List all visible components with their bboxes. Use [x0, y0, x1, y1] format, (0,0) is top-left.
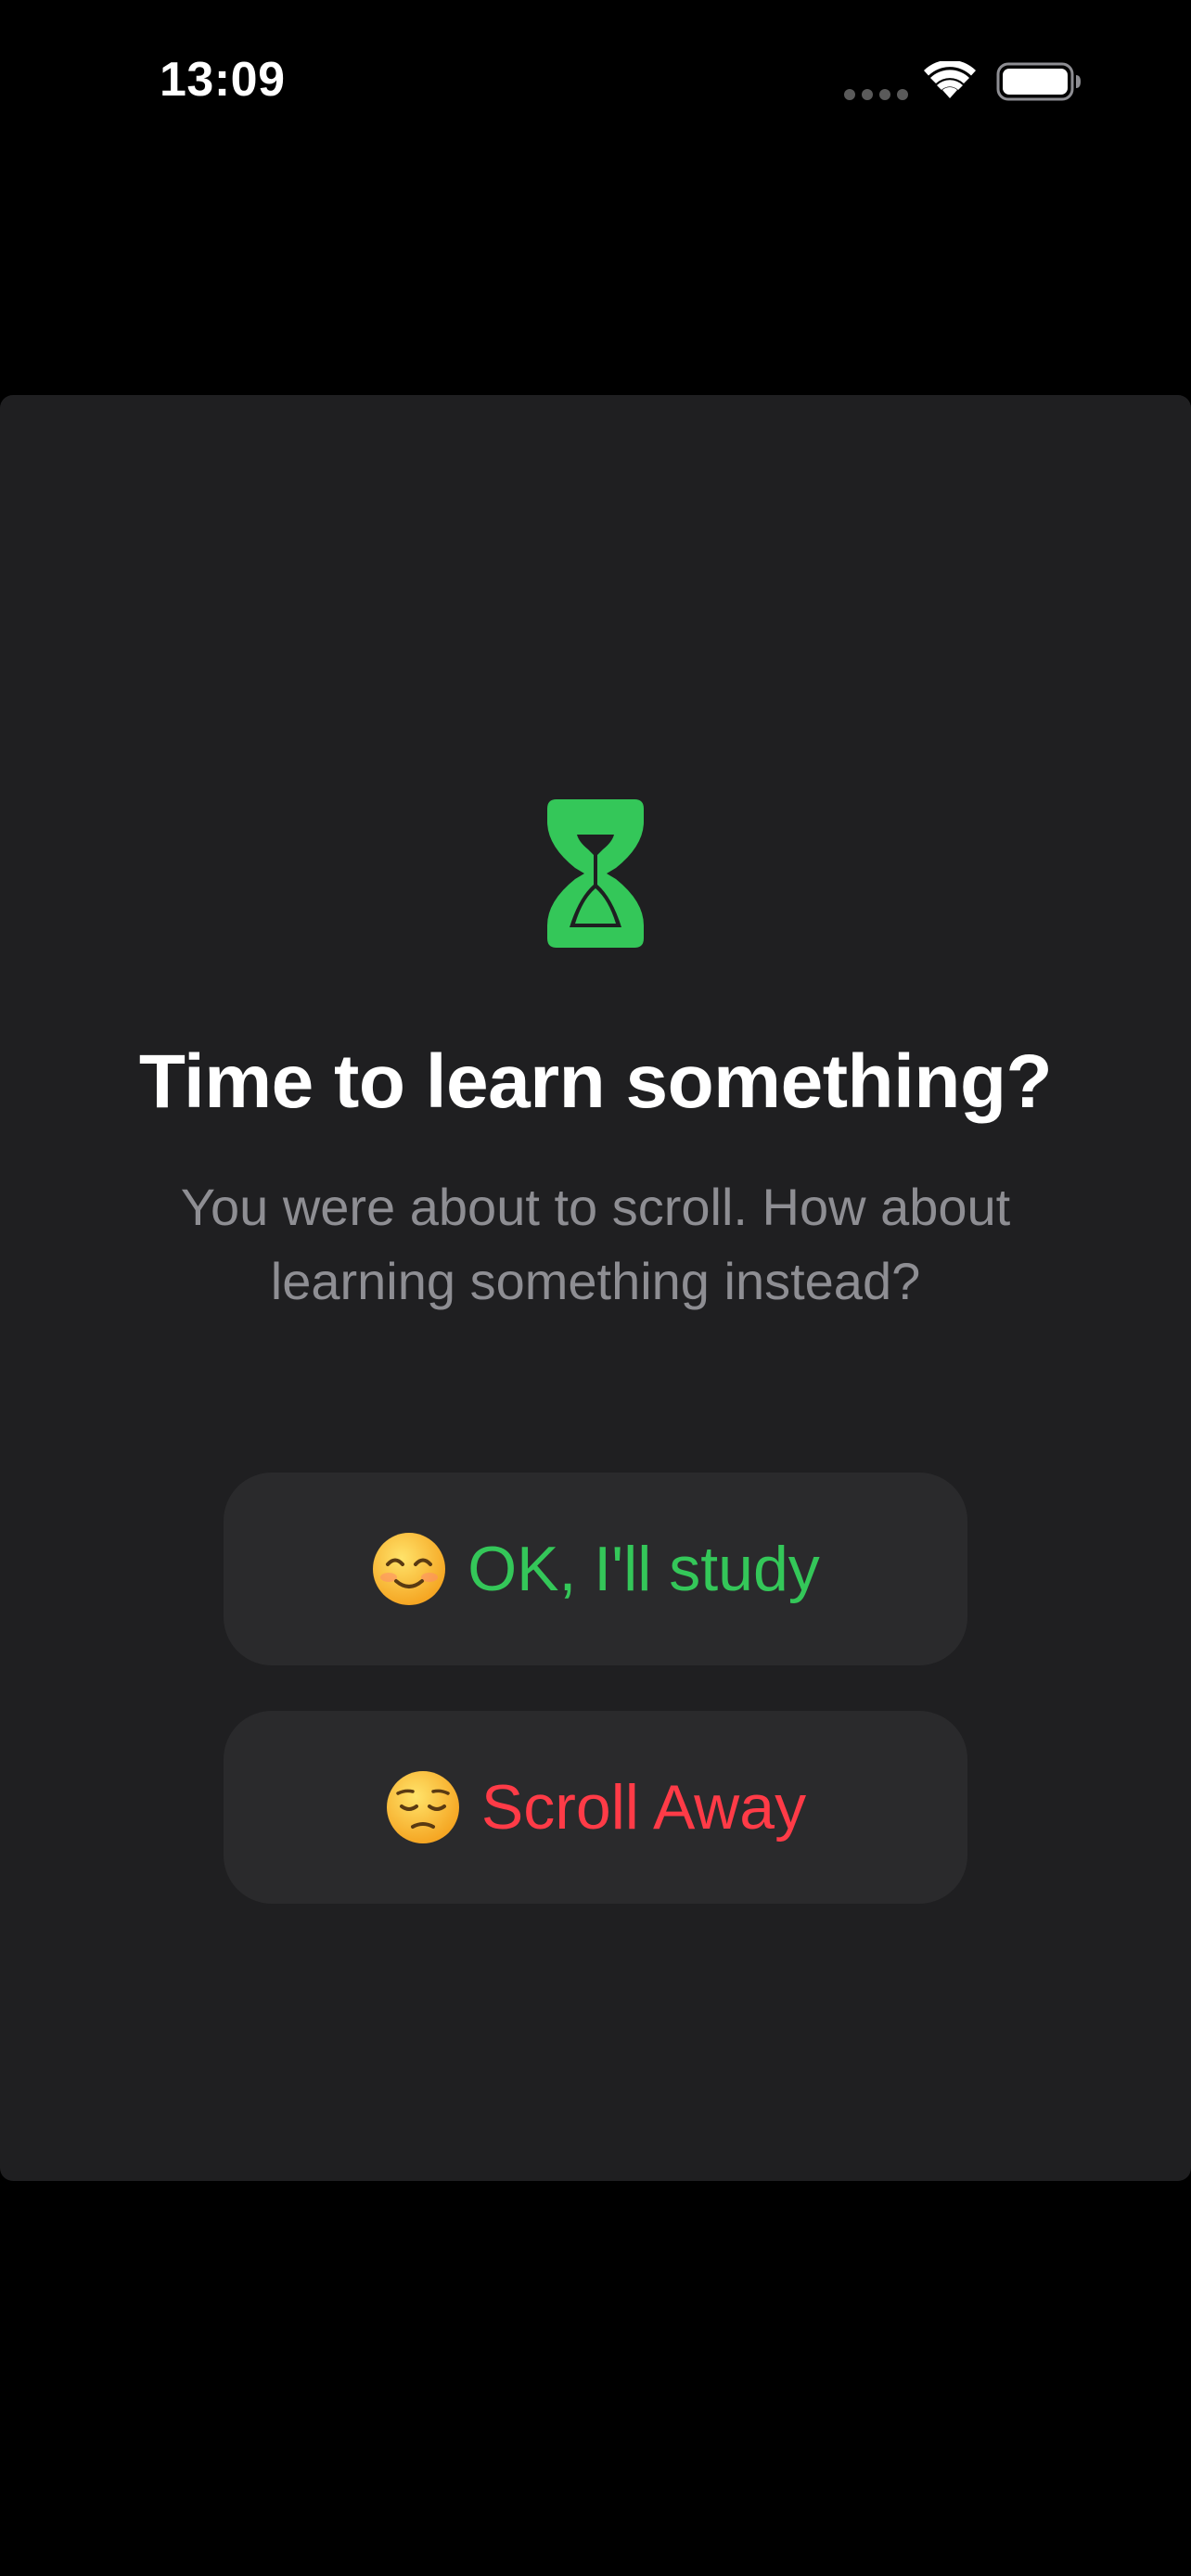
status-bar: 13:09 — [0, 0, 1191, 167]
battery-icon — [996, 62, 1081, 101]
ok-study-button[interactable]: OK, I'll study — [224, 1473, 967, 1665]
pensive-face-icon — [386, 1771, 459, 1843]
smiling-face-icon — [373, 1533, 446, 1605]
wifi-icon — [924, 61, 976, 98]
scroll-away-button[interactable]: Scroll Away — [224, 1711, 967, 1904]
status-time: 13:09 — [160, 53, 286, 107]
scroll-away-label: Scroll Away — [480, 1772, 807, 1843]
cellular-signal-icon — [844, 89, 908, 100]
ok-study-label: OK, I'll study — [467, 1534, 820, 1604]
prompt-subtitle: You were about to scroll. How about lear… — [180, 1178, 1011, 1310]
hourglass-icon — [547, 799, 644, 948]
prompt-title: Time to learn something? — [138, 1039, 1053, 1124]
